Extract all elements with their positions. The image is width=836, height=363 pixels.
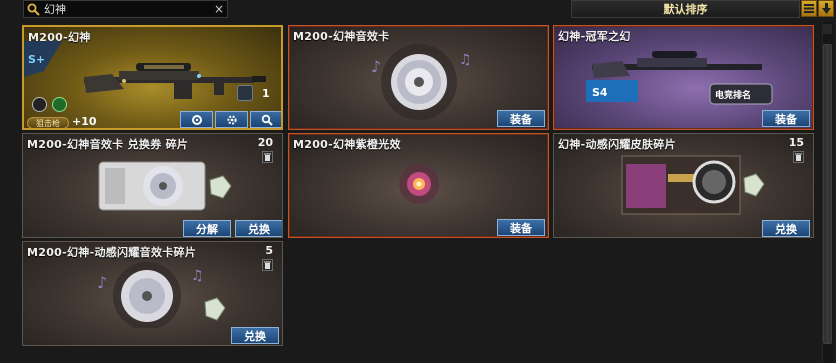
item-card-sound-card-fragment[interactable]: M200-幻神-动感闪耀音效卡碎片 5 ♪ ♫ 兑换 xyxy=(22,241,283,346)
arrow-down-icon xyxy=(821,3,831,14)
decompose-button[interactable]: 分解 xyxy=(183,220,231,237)
equip-button[interactable]: 装备 xyxy=(497,219,545,236)
magnifier-icon xyxy=(261,114,273,126)
exchange-button[interactable]: 兑换 xyxy=(235,220,282,237)
item-count: 1 xyxy=(262,87,270,100)
inspect-button[interactable] xyxy=(250,111,281,128)
item-title: 幻神-动感闪耀皮肤碎片 xyxy=(558,138,676,151)
skin-fragment-image xyxy=(621,155,765,215)
box-icon xyxy=(237,85,253,101)
search-box[interactable]: 幻神 × xyxy=(23,0,228,18)
sound-disc-fragment-image: ♪ ♫ xyxy=(97,262,226,328)
delete-icon[interactable] xyxy=(793,151,804,163)
item-card-sound-card[interactable]: M200-幻神音效卡 ♪ ♫ 装备 xyxy=(288,25,549,130)
item-card-m200-huanshen[interactable]: M200-幻神 S+ 狙击枪 +10 1 xyxy=(22,25,283,130)
delete-icon[interactable] xyxy=(262,259,273,271)
item-title: 幻神-冠军之幻 xyxy=(558,30,631,43)
list-menu-button[interactable] xyxy=(801,0,817,17)
item-title: M200-幻神音效卡 兑换券 碎片 xyxy=(27,138,189,151)
weapon-class-tag: 狙击枪 xyxy=(27,117,69,128)
equip-button[interactable]: 装备 xyxy=(497,110,545,127)
upgrade-level: +10 xyxy=(72,115,97,128)
v-badge-icon xyxy=(32,97,47,112)
sound-disc-image: ♪ ♫ xyxy=(371,44,472,120)
menu-icon xyxy=(804,4,814,13)
equip-button[interactable]: 装备 xyxy=(762,110,810,127)
modify-button[interactable] xyxy=(180,111,213,128)
svg-text:♫: ♫ xyxy=(191,268,204,284)
sort-order-button[interactable] xyxy=(818,0,834,17)
champion-rifle-image: S4 电竞排名 xyxy=(586,51,773,105)
svg-text:S4: S4 xyxy=(592,86,608,99)
delete-icon[interactable] xyxy=(262,151,273,163)
scrollbar-thumb[interactable] xyxy=(823,44,832,344)
item-card-skin-fragment[interactable]: 幻神-动感闪耀皮肤碎片 15 兑换 xyxy=(553,133,814,238)
settings-button[interactable] xyxy=(215,111,248,128)
svg-text:♪: ♪ xyxy=(371,57,381,76)
light-effect-image xyxy=(399,164,439,204)
svg-text:电竞排名: 电竞排名 xyxy=(715,89,751,101)
wrench-icon xyxy=(191,114,202,125)
search-input[interactable]: 幻神 xyxy=(42,1,211,17)
svg-text:♫: ♫ xyxy=(459,52,472,68)
exchange-button[interactable]: 兑换 xyxy=(762,220,810,237)
item-count: 15 xyxy=(788,136,804,149)
g-badge-icon xyxy=(52,97,67,112)
item-card-purple-orange-effect[interactable]: M200-幻神紫橙光效 装备 xyxy=(288,133,549,238)
exchange-button[interactable]: 兑换 xyxy=(231,327,279,344)
search-icon xyxy=(24,1,42,17)
svg-text:♪: ♪ xyxy=(97,273,107,292)
sort-dropdown[interactable]: 默认排序 xyxy=(571,0,800,18)
item-card-champion-illusion[interactable]: 幻神-冠军之幻 S4 电竞排名 装备 xyxy=(553,25,814,130)
voucher-ticket-image xyxy=(98,161,232,211)
clear-search-button[interactable]: × xyxy=(211,2,227,16)
item-count: 5 xyxy=(265,244,273,257)
scroll-up-button[interactable] xyxy=(823,24,832,34)
item-title: M200-幻神紫橙光效 xyxy=(293,138,401,151)
gear-icon xyxy=(226,114,237,125)
svg-text:S+: S+ xyxy=(28,53,45,66)
item-count: 20 xyxy=(257,136,273,149)
item-card-voucher-fragment[interactable]: M200-幻神音效卡 兑换券 碎片 20 分解 兑换 xyxy=(22,133,283,238)
